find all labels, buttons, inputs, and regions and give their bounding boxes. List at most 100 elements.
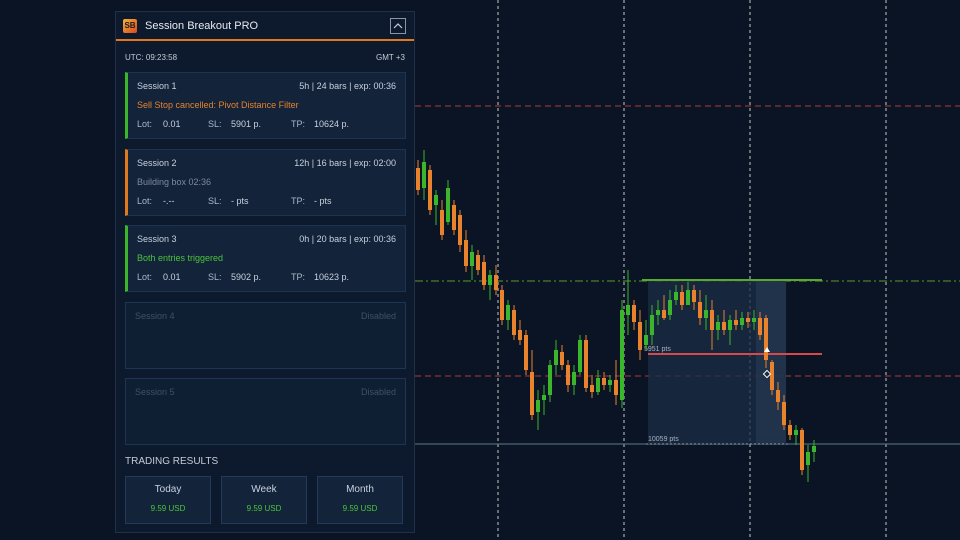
- candle-body: [476, 255, 480, 270]
- result-card-week: Week 9.59 USD: [221, 476, 307, 524]
- gmt-offset: GMT +3: [376, 53, 405, 62]
- result-value: 9.59 USD: [150, 504, 186, 513]
- candle-body: [428, 170, 432, 210]
- candle-body: [764, 318, 768, 360]
- session-card-4[interactable]: Session 4 Disabled: [125, 302, 406, 369]
- candle-body: [452, 205, 456, 230]
- candle-body: [614, 380, 618, 395]
- session-info: 12h | 16 bars | exp: 02:00: [294, 158, 396, 168]
- candle-body: [728, 320, 732, 330]
- session-name: Session 2: [137, 158, 177, 168]
- candle-body: [554, 350, 558, 365]
- candle-body: [650, 315, 654, 335]
- session-name: Session 5: [135, 387, 175, 397]
- candle-body: [746, 318, 750, 322]
- candle-body: [644, 335, 648, 345]
- collapse-button[interactable]: [390, 18, 406, 34]
- candle-body: [464, 240, 468, 266]
- candle-body: [638, 322, 642, 350]
- tp-value: 10623 p.: [314, 272, 350, 282]
- lot-value: 0.01: [163, 119, 181, 129]
- candle-body: [566, 365, 570, 385]
- tp-label: TP:: [291, 119, 306, 129]
- session-name: Session 1: [137, 81, 177, 91]
- panel-header: SB Session Breakout PRO: [116, 12, 414, 41]
- result-label: Week: [251, 484, 277, 495]
- tp-label: TP:: [291, 196, 306, 206]
- tp-value: - pts: [314, 196, 332, 206]
- session-status: Both entries triggered: [137, 253, 224, 263]
- candle-body: [506, 305, 510, 320]
- lot-label: Lot:: [137, 119, 153, 129]
- session-info: Disabled: [360, 311, 396, 321]
- candle-body: [482, 262, 486, 285]
- candle-body: [770, 362, 774, 390]
- lot-value: 0.01: [163, 272, 181, 282]
- candle-body: [722, 322, 726, 330]
- candle-body: [458, 215, 462, 245]
- candle-body: [422, 162, 426, 188]
- session-card-2[interactable]: Session 2 12h | 16 bars | exp: 02:00 Buil…: [125, 149, 406, 216]
- chevron-up-icon: [393, 23, 403, 29]
- candle-body: [518, 330, 522, 340]
- sl-label: SL:: [208, 119, 222, 129]
- candle-body: [662, 310, 666, 318]
- session-card-1[interactable]: Session 1 5h | 24 bars | exp: 00:36 Sell …: [125, 72, 406, 139]
- sl-label: SL:: [208, 272, 222, 282]
- candle-body: [602, 378, 606, 385]
- session-trade-row: Lot: 0.01 SL: 5901 p. TP: 10624 p.: [137, 119, 349, 129]
- panel-title: Session Breakout PRO: [145, 19, 259, 32]
- candle-body: [536, 400, 540, 412]
- time-row: UTC: 09:23:58 GMT +3: [116, 53, 414, 63]
- tp-value: 10624 p.: [314, 119, 350, 129]
- session-trade-row: Lot: -.-- SL: - pts TP: - pts: [137, 196, 332, 206]
- candle-body: [560, 352, 564, 365]
- candle-body: [656, 310, 660, 315]
- box-low-label: 5951 pts: [644, 346, 671, 353]
- candle-body: [740, 318, 744, 325]
- session-status: Building box 02:36: [137, 177, 212, 187]
- logo-text: SB: [124, 21, 136, 30]
- candle-body: [470, 252, 474, 266]
- candle-body: [416, 168, 420, 190]
- tp-label: TP:: [291, 272, 306, 282]
- candle-body: [494, 275, 498, 290]
- trading-results-title: TRADING RESULTS: [125, 456, 219, 467]
- candle-body: [578, 340, 582, 372]
- result-card-month: Month 9.59 USD: [317, 476, 403, 524]
- result-value: 9.59 USD: [246, 504, 282, 513]
- candle-body: [530, 372, 534, 415]
- candle-body: [734, 320, 738, 325]
- lot-label: Lot:: [137, 272, 153, 282]
- candle-body: [800, 430, 804, 470]
- result-label: Month: [346, 484, 374, 495]
- sl-label: SL:: [208, 196, 222, 206]
- session-card-3[interactable]: Session 3 0h | 20 bars | exp: 00:36 Both …: [125, 225, 406, 292]
- session-card-5[interactable]: Session 5 Disabled: [125, 378, 406, 445]
- sl-value: 5901 p.: [231, 119, 262, 129]
- result-value: 9.59 USD: [342, 504, 378, 513]
- candle-body: [608, 380, 612, 385]
- candle-body: [632, 305, 636, 322]
- session-name: Session 4: [135, 311, 175, 321]
- candle-body: [500, 290, 504, 320]
- candle-body: [692, 290, 696, 302]
- candle-body: [434, 195, 438, 205]
- candle-body: [698, 302, 702, 318]
- candle-body: [596, 378, 600, 392]
- candle-body: [794, 430, 798, 435]
- session-breakout-panel: SB Session Breakout PRO UTC: 09:23:58 GM…: [115, 11, 415, 533]
- utc-time: UTC: 09:23:58: [125, 53, 178, 62]
- candle-body: [620, 310, 624, 400]
- session-status: Sell Stop cancelled: Pivot Distance Filt…: [137, 100, 299, 110]
- candle-body: [542, 395, 546, 400]
- candle-body: [710, 310, 714, 330]
- result-card-today: Today 9.59 USD: [125, 476, 211, 524]
- lot-label: Lot:: [137, 196, 153, 206]
- candle-body: [716, 322, 720, 330]
- candle-body: [590, 385, 594, 392]
- candle-body: [524, 335, 528, 370]
- candle-body: [776, 390, 780, 402]
- session-name: Session 3: [137, 234, 177, 244]
- candle-body: [686, 290, 690, 305]
